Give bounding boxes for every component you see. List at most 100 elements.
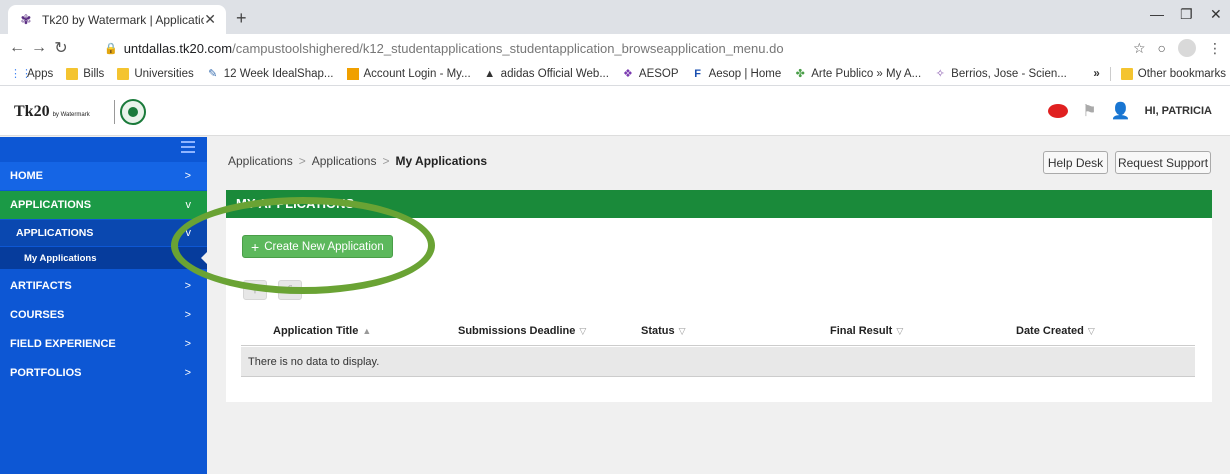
request-support-button[interactable]: Request Support [1115, 151, 1211, 174]
bookmark-account-login[interactable]: Account Login - My... [346, 67, 471, 80]
sidebar-item-label: FIELD EXPERIENCE [10, 338, 116, 350]
empty-table-message: There is no data to display. [241, 347, 1195, 377]
lock-icon: 🔒 [104, 42, 118, 55]
new-tab-icon[interactable]: + [236, 8, 247, 29]
tab-title: Tk20 by Watermark | Application [42, 12, 204, 27]
bookmark-label: 12 Week IdealShap... [223, 67, 334, 80]
breadcrumb-item[interactable]: Applications [228, 154, 293, 168]
chevron-right-icon: > [184, 367, 191, 379]
breadcrumb-current: My Applications [395, 154, 488, 168]
profile-avatar[interactable] [1178, 39, 1196, 57]
other-bookmarks[interactable]: Other bookmarks [1120, 68, 1226, 80]
bookmark-apps[interactable]: ⋮⋮ Apps [10, 68, 53, 80]
bookmark-label: Account Login - My... [363, 67, 471, 80]
breadcrumb-separator: > [382, 154, 390, 168]
user-icon[interactable]: 👤 [1111, 101, 1131, 121]
divider [1109, 67, 1111, 81]
close-tab-icon[interactable]: ✕ [204, 11, 216, 28]
url-host: untdallas.tk20.com [123, 40, 233, 56]
maximize-icon[interactable]: ❐ [1180, 6, 1193, 23]
folder-icon [1120, 68, 1133, 80]
site-icon [346, 67, 359, 80]
sort-ascending-icon: ▲ [362, 326, 372, 336]
sidebar-item-home[interactable]: HOME > [0, 162, 207, 190]
column-date-created[interactable]: Date Created ▽ [1016, 325, 1095, 337]
chevron-down-icon: v [185, 199, 192, 211]
sidebar-item-field-experience[interactable]: FIELD EXPERIENCE > [0, 331, 207, 357]
sidebar-subitem-applications[interactable]: APPLICATIONS v [0, 220, 207, 246]
bookmark-bills[interactable]: Bills [66, 67, 104, 80]
sidebar-item-label: APPLICATIONS [16, 227, 94, 239]
sidebar-item-my-applications[interactable]: My Applications [0, 247, 208, 269]
sidebar-item-courses[interactable]: COURSES > [0, 302, 207, 328]
bookmark-label: Universities [134, 67, 194, 80]
bookmark-universities[interactable]: Universities [117, 67, 194, 80]
hamburger-menu-icon[interactable] [181, 141, 195, 156]
bookmarks-overflow: » Other bookmarks [1085, 62, 1230, 85]
tk20-logo[interactable]: Tk20 by Watermark [14, 103, 90, 121]
column-submissions-deadline[interactable]: Submissions Deadline ▽ [458, 325, 586, 337]
logo-text: Tk20 [14, 103, 50, 120]
bookmark-label: Apps [27, 67, 54, 80]
address-bar-actions: ☆ ○ ⋮ [1133, 39, 1222, 57]
breadcrumb-item[interactable]: Applications [312, 154, 377, 168]
extension-icon[interactable]: ○ [1158, 40, 1166, 56]
column-label: Submissions Deadline [458, 325, 576, 337]
divider [114, 100, 115, 124]
column-status[interactable]: Status ▽ [641, 325, 686, 337]
back-icon[interactable]: ← [6, 39, 28, 57]
folder-icon [117, 67, 130, 80]
site-icon: ❖ [622, 67, 633, 80]
sort-icon: ▽ [678, 326, 686, 336]
column-application-title[interactable]: Application Title ▲ [273, 325, 371, 337]
bookmark-aesop[interactable]: ❖ AESOP [622, 68, 679, 80]
university-seal-logo [120, 99, 146, 125]
minimize-icon[interactable]: — [1150, 6, 1164, 22]
help-desk-button[interactable]: Help Desk [1043, 151, 1108, 174]
bookmark-label: Berrios, Jose - Scien... [951, 67, 1067, 80]
site-icon: ✤ [795, 67, 805, 80]
site-icon: F [694, 67, 701, 80]
menu-dots-icon[interactable]: ⋮ [1208, 40, 1222, 57]
more-bookmarks-button[interactable]: » [1093, 68, 1099, 80]
sidebar-item-portfolios[interactable]: PORTFOLIOS > [0, 360, 207, 386]
sidebar-item-applications[interactable]: APPLICATIONS v [0, 191, 207, 219]
sidebar-item-label: COURSES [10, 309, 65, 321]
sidebar-item-artifacts[interactable]: ARTIFACTS > [0, 273, 207, 299]
forward-icon[interactable]: → [28, 39, 50, 57]
tk20-favicon-icon: ✾ [20, 11, 32, 27]
breadcrumb: Applications > Applications > My Application… [228, 154, 487, 168]
user-greeting[interactable]: HI, PATRICIA [1145, 105, 1212, 117]
panel-title: My Applications [226, 190, 1212, 218]
column-label: Date Created [1016, 325, 1084, 337]
chevron-down-icon: v [185, 227, 192, 239]
table-header: Application Title ▲ Submissions Deadline ▽… [241, 320, 1195, 346]
bookmark-label: AESOP [638, 67, 679, 80]
create-new-application-button[interactable]: + Create New Application [242, 235, 393, 258]
bookmark-aesop-home[interactable]: F Aesop | Home [692, 67, 781, 80]
my-applications-panel: My Applications + Create New Application … [226, 190, 1212, 402]
bookmark-berrios[interactable]: ✧ Berrios, Jose - Scien... [934, 68, 1067, 80]
chevron-right-icon: > [184, 280, 191, 292]
sidebar-item-label: APPLICATIONS [10, 199, 92, 211]
sidebar-item-label: HOME [10, 170, 43, 182]
column-final-result[interactable]: Final Result ▽ [830, 325, 903, 337]
browser-tab[interactable]: ✾ Tk20 by Watermark | Application ✕ [8, 5, 226, 34]
apps-grid-icon: ⋮⋮ [10, 67, 32, 80]
bookmark-adidas[interactable]: ▲ adidas Official Web... [484, 68, 609, 80]
button-label: Create New Application [264, 240, 384, 253]
window-close-icon[interactable]: ✕ [1210, 6, 1222, 23]
plus-icon: + [251, 238, 260, 255]
url-text: untdallas.tk20.com/campustoolshighered/k… [124, 41, 784, 56]
star-icon[interactable]: ☆ [1133, 40, 1146, 57]
chat-icon[interactable] [1048, 104, 1069, 118]
print-icon[interactable]: ⎙ [278, 280, 302, 300]
reload-icon[interactable]: ↻ [50, 38, 72, 58]
search-icon[interactable]: ⚲ [243, 280, 267, 300]
flag-icon[interactable]: ⚑ [1082, 101, 1096, 121]
folder-icon [66, 67, 79, 80]
sidebar-nav: HOME > APPLICATIONS v APPLICATIONS v My App… [0, 137, 208, 474]
bookmark-idealshape[interactable]: ✎ 12 Week IdealShap... [207, 67, 334, 80]
url-field[interactable]: 🔒 untdallas.tk20.com/campustoolshighered… [104, 37, 1134, 59]
bookmark-arte-publico[interactable]: ✤ Arte Publico » My A... [794, 67, 922, 80]
